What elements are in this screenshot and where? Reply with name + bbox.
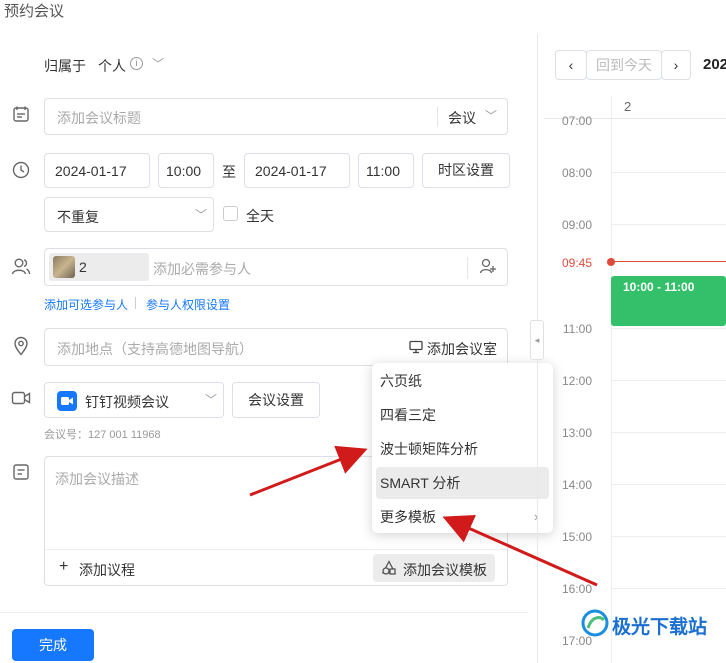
chevron-down-icon: ﹀ bbox=[205, 393, 218, 407]
hour-line bbox=[611, 224, 726, 225]
done-button[interactable]: 完成 bbox=[12, 629, 94, 661]
menu-item-boston-matrix[interactable]: 波士顿矩阵分析 bbox=[376, 433, 549, 465]
hour-label: 08:00 bbox=[561, 166, 592, 180]
end-time-field[interactable]: 11:00 bbox=[358, 153, 414, 188]
hour-label: 16:00 bbox=[561, 582, 592, 596]
info-icon[interactable]: i bbox=[130, 57, 143, 70]
avatar bbox=[53, 256, 75, 278]
start-date-field[interactable]: 2024-01-17 bbox=[44, 153, 150, 188]
menu-item-more-templates[interactable]: 更多模板 bbox=[376, 501, 549, 533]
start-date-value: 2024-01-17 bbox=[55, 163, 127, 179]
hour-line bbox=[611, 588, 726, 589]
participants-placeholder: 添加必需参与人 bbox=[153, 261, 251, 277]
hour-label: 13:00 bbox=[561, 426, 592, 440]
location-field[interactable]: 添加地点（支持高德地图导航） 添加会议室 bbox=[44, 328, 508, 366]
owner-label: 归属于 bbox=[44, 58, 86, 74]
menu-item-four-three[interactable]: 四看三定 bbox=[376, 399, 549, 431]
add-template-label: 添加会议模板 bbox=[403, 562, 487, 578]
watermark-text: 极光下载站 bbox=[612, 617, 708, 638]
user-icon bbox=[10, 257, 32, 279]
divider bbox=[45, 549, 507, 550]
calendar-icon bbox=[10, 105, 32, 127]
all-day-label: 全天 bbox=[246, 208, 274, 224]
footer-divider bbox=[0, 612, 528, 613]
end-date-value: 2024-01-17 bbox=[255, 163, 327, 179]
divider bbox=[437, 107, 438, 127]
hour-label: 12:00 bbox=[561, 374, 592, 388]
hour-label: 09:00 bbox=[561, 218, 592, 232]
add-optional-participants-link[interactable]: 添加可选参与人 bbox=[44, 296, 128, 313]
hour-line bbox=[611, 380, 726, 381]
template-menu: 六页纸 四看三定 波士顿矩阵分析 SMART 分析 更多模板 › bbox=[372, 363, 553, 533]
add-user-icon[interactable] bbox=[479, 257, 497, 278]
add-template-button[interactable]: 添加会议模板 bbox=[373, 554, 495, 582]
end-date-field[interactable]: 2024-01-17 bbox=[244, 153, 350, 188]
page-title: 预约会议 bbox=[4, 3, 65, 20]
plus-icon[interactable]: + bbox=[59, 558, 68, 576]
note-icon bbox=[10, 463, 32, 485]
hour-line bbox=[611, 328, 726, 329]
day-label: 2 bbox=[624, 99, 632, 114]
hour-label: 07:00 bbox=[561, 114, 592, 128]
chevron-down-icon: ﹀ bbox=[195, 208, 208, 222]
chevron-down-icon[interactable]: ﹀ bbox=[485, 107, 497, 124]
calendar-event[interactable]: 10:00 - 11:00 bbox=[611, 276, 726, 326]
hour-line bbox=[611, 172, 726, 173]
collapse-handle[interactable]: ◂ bbox=[530, 320, 544, 360]
next-button[interactable]: › bbox=[661, 50, 691, 80]
location-placeholder: 添加地点（支持高德地图导航） bbox=[57, 341, 253, 357]
dingtalk-video-icon bbox=[57, 391, 77, 411]
video-provider-select[interactable]: 钉钉视频会议 ﹀ bbox=[44, 382, 224, 418]
meeting-settings-button[interactable]: 会议设置 bbox=[232, 382, 320, 418]
meeting-room-icon bbox=[409, 340, 423, 357]
current-time-dot bbox=[607, 258, 615, 266]
repeat-value: 不重复 bbox=[57, 209, 99, 225]
repeat-select[interactable]: 不重复 ﹀ bbox=[44, 197, 214, 232]
chevron-down-icon[interactable]: ﹀ bbox=[152, 55, 164, 72]
meeting-number: 会议号：127 001 11968 bbox=[44, 429, 161, 441]
add-agenda-button[interactable]: 添加议程 bbox=[79, 560, 135, 580]
hour-line bbox=[611, 432, 726, 433]
description-placeholder: 添加会议描述 bbox=[55, 471, 139, 487]
calendar-year: 202 bbox=[703, 56, 726, 73]
divider bbox=[135, 297, 136, 309]
template-icon bbox=[381, 560, 397, 579]
watermark-logo bbox=[580, 608, 610, 638]
participant-permission-link[interactable]: 参与人权限设置 bbox=[146, 296, 230, 313]
meeting-title-field[interactable]: 添加会议标题 会议 ﹀ bbox=[44, 98, 508, 135]
clock-icon bbox=[10, 161, 32, 183]
menu-item-smart[interactable]: SMART 分析 bbox=[376, 467, 549, 499]
menu-item-six-pages[interactable]: 六页纸 bbox=[376, 365, 549, 397]
current-time-label: 09:45 bbox=[561, 256, 592, 270]
all-day-checkbox[interactable] bbox=[223, 206, 238, 221]
hour-label: 14:00 bbox=[561, 478, 592, 492]
video-camera-icon bbox=[10, 389, 32, 411]
hour-line bbox=[611, 484, 726, 485]
start-time-field[interactable]: 10:00 bbox=[158, 153, 214, 188]
hour-label: 15:00 bbox=[561, 530, 592, 544]
start-time-value: 10:00 bbox=[166, 163, 202, 179]
hour-label: 11:00 bbox=[562, 322, 592, 336]
owner-value[interactable]: 个人 bbox=[98, 56, 126, 76]
meeting-title-placeholder: 添加会议标题 bbox=[57, 110, 141, 126]
current-time-line bbox=[611, 261, 726, 262]
meeting-type-select[interactable]: 会议 bbox=[448, 108, 476, 128]
participant-chip[interactable]: 2 bbox=[49, 253, 149, 281]
add-meeting-room-button[interactable]: 添加会议室 bbox=[427, 339, 497, 359]
location-pin-icon bbox=[10, 336, 32, 358]
to-label: 至 bbox=[222, 164, 236, 180]
end-time-value: 11:00 bbox=[366, 163, 400, 179]
back-today-button[interactable]: 回到今天 bbox=[586, 50, 662, 80]
timezone-button[interactable]: 时区设置 bbox=[422, 153, 510, 188]
participants-field[interactable]: 2 添加必需参与人 bbox=[44, 248, 508, 286]
video-provider-value: 钉钉视频会议 bbox=[85, 394, 169, 410]
prev-button[interactable]: ‹ bbox=[555, 50, 587, 80]
participant-count: 2 bbox=[79, 259, 87, 275]
divider bbox=[467, 257, 468, 279]
hour-line bbox=[611, 536, 726, 537]
